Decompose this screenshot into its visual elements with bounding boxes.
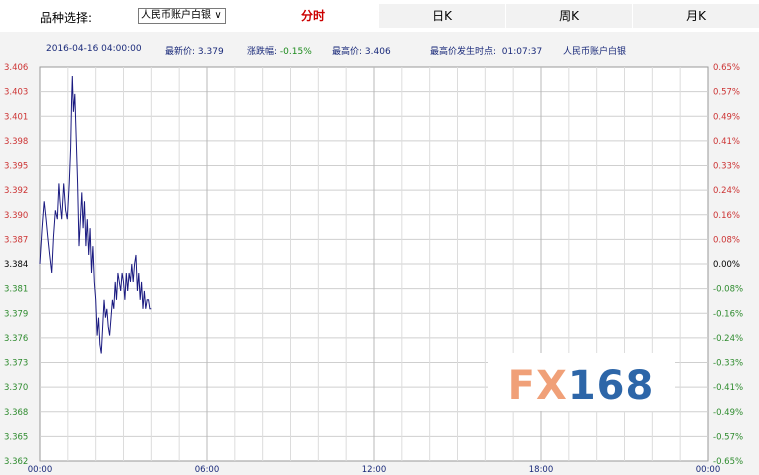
y-tick-label: 3.403 <box>4 88 28 98</box>
y-tick-label: 3.365 <box>4 432 28 442</box>
y-tick-label: 3.390 <box>4 211 28 221</box>
y-right-tick-label: -0.57% <box>713 432 743 442</box>
y-right-tick-label: -0.49% <box>713 408 743 418</box>
y-right-tick-label: -0.33% <box>713 359 743 369</box>
x-tick-label: 00:00 <box>696 465 721 475</box>
y-tick-label: 3.373 <box>4 359 28 369</box>
y-tick-label: 3.392 <box>4 186 28 196</box>
x-tick-label: 18:00 <box>529 465 554 475</box>
y-right-tick-label: 0.08% <box>713 235 740 245</box>
y-right-tick-label: -0.08% <box>713 285 743 295</box>
y-tick-label: 3.398 <box>4 137 28 147</box>
y-tick-label: 3.362 <box>4 457 28 467</box>
x-tick-label: 12:00 <box>362 465 387 475</box>
y-tick-label: 3.368 <box>4 408 28 418</box>
x-tick-label: 00:00 <box>28 465 53 475</box>
y-right-tick-label: 0.41% <box>713 137 740 147</box>
y-tick-label: 3.401 <box>4 112 28 122</box>
y-tick-label: 3.379 <box>4 309 28 319</box>
y-tick-label: 3.406 <box>4 63 28 73</box>
y-right-tick-label: -0.16% <box>713 309 743 319</box>
y-right-tick-label: 0.00% <box>713 260 740 270</box>
y-right-tick-label: 0.16% <box>713 211 740 221</box>
y-tick-label: 3.381 <box>4 285 28 295</box>
watermark-logo: FX168 <box>508 363 655 409</box>
y-tick-label: 3.376 <box>4 334 28 344</box>
x-tick-label: 06:00 <box>195 465 220 475</box>
y-right-tick-label: 0.65% <box>713 63 740 73</box>
y-right-tick-label: 0.57% <box>713 88 740 98</box>
y-right-tick-label: 0.49% <box>713 112 740 122</box>
y-tick-label: 3.395 <box>4 162 28 172</box>
y-tick-label: 3.384 <box>4 260 28 270</box>
y-right-tick-label: 0.24% <box>713 186 740 196</box>
y-tick-label: 3.370 <box>4 383 28 393</box>
y-right-tick-label: -0.24% <box>713 334 743 344</box>
y-right-tick-label: 0.33% <box>713 162 740 172</box>
y-right-tick-label: -0.41% <box>713 383 743 393</box>
intraday-chart: 3.406 0.65% 3.403 0.57% 3.401 0.49% 3.398 0.41%… <box>4 63 743 475</box>
y-tick-label: 3.387 <box>4 235 28 245</box>
